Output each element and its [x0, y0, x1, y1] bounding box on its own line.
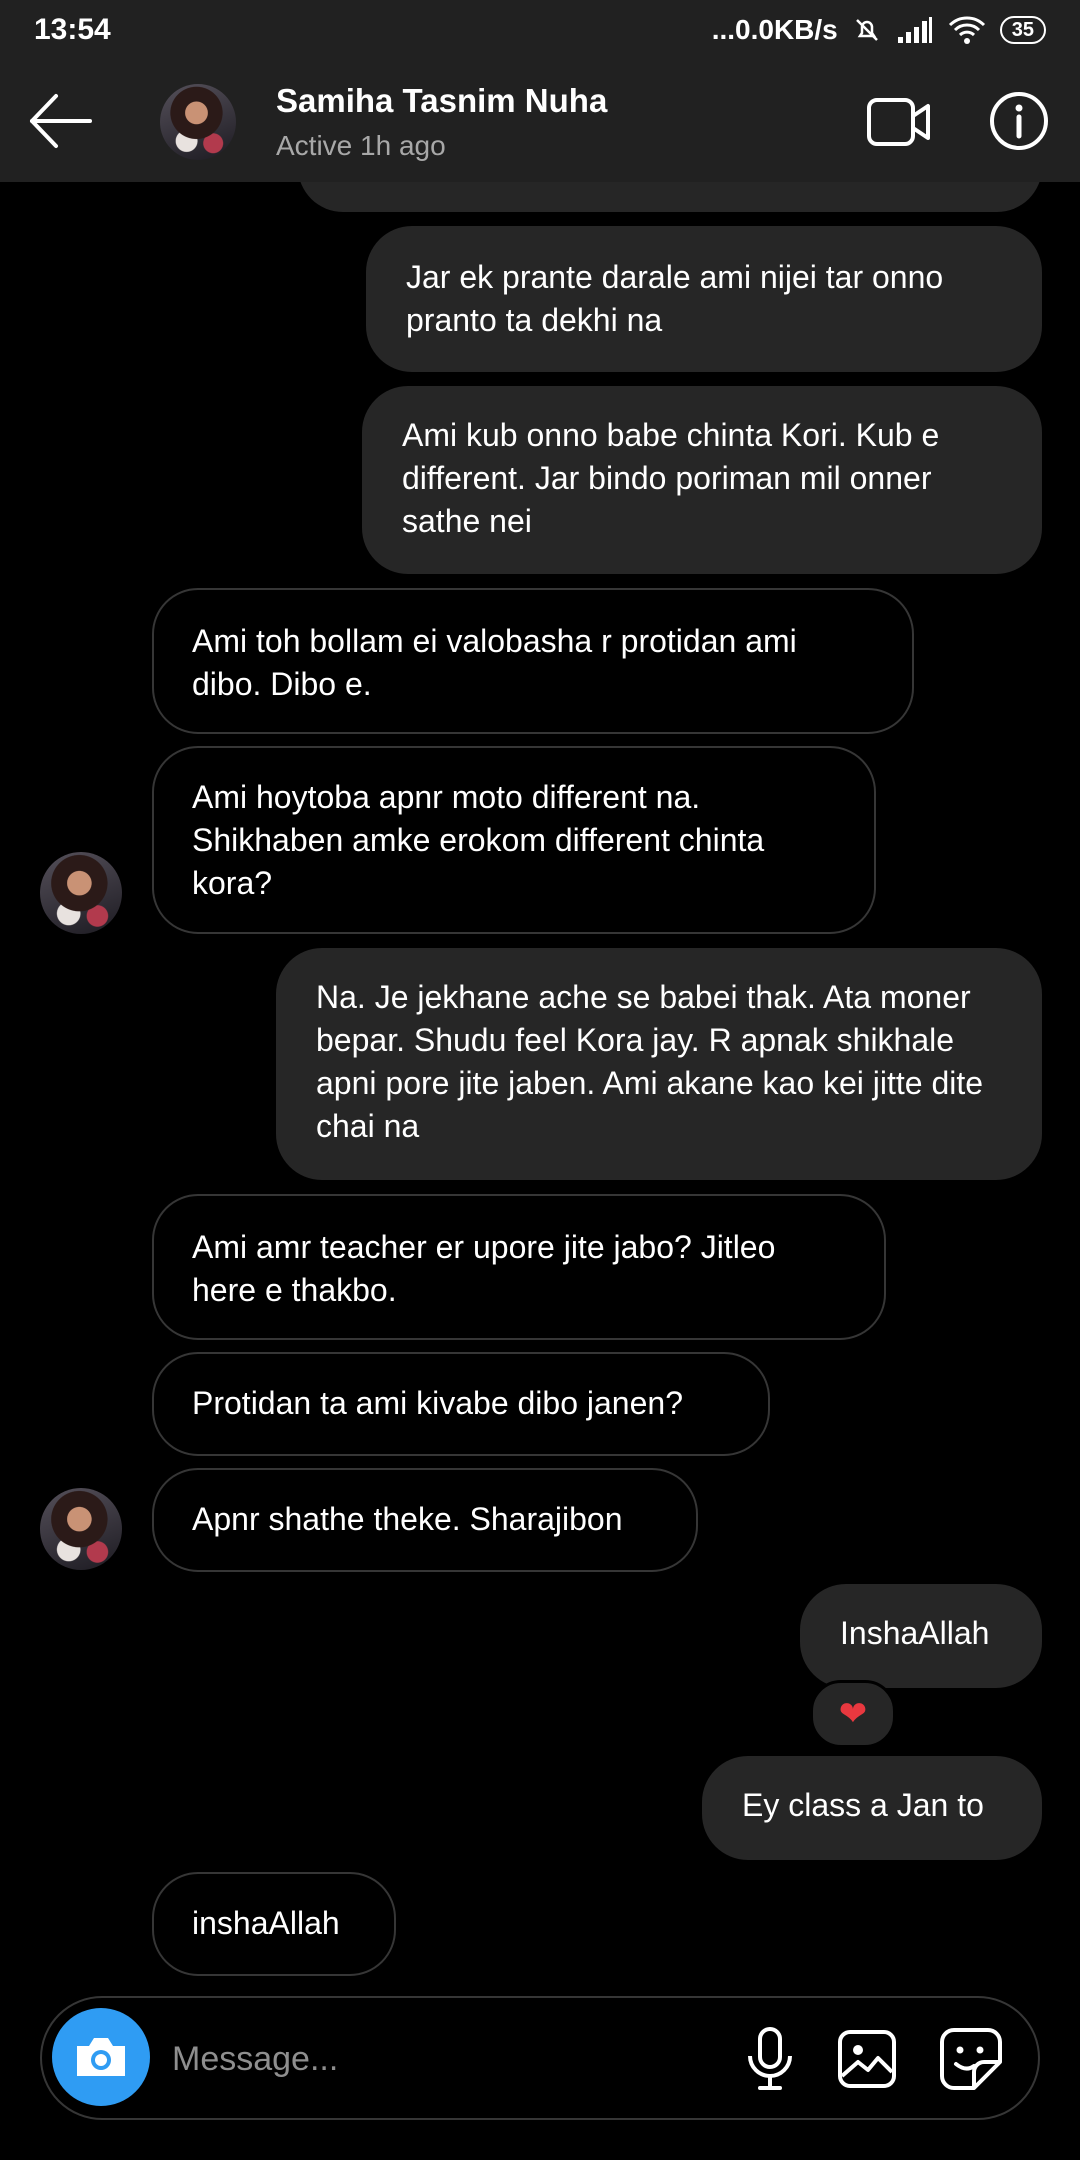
- message-bubble-incoming[interactable]: Ami toh bollam ei valobasha r protidan a…: [152, 588, 914, 734]
- network-speed: ...0.0KB/s: [711, 14, 838, 45]
- status-icons: ...0.0KB/s 35: [712, 14, 1046, 46]
- message-text: InshaAllah: [840, 1615, 990, 1651]
- status-bar: 13:54 ...0.0KB/s 35: [0, 0, 1080, 60]
- message-text: Ami kub onno babe chinta Kori. Kub e dif…: [402, 417, 940, 539]
- message-bubble-outgoing[interactable]: Ey class a Jan to: [702, 1756, 1042, 1860]
- sticker-icon: [940, 2028, 1002, 2090]
- message-bubble-outgoing[interactable]: Ami kub onno babe chinta Kori. Kub e dif…: [362, 386, 1042, 574]
- message-text: Jar ek prante darale ami nijei tar onno …: [406, 259, 944, 338]
- status-time: 13:54: [34, 13, 111, 46]
- active-status: Active 1h ago: [276, 130, 446, 161]
- voice-message-button[interactable]: [740, 2026, 800, 2092]
- message-composer: [40, 1996, 1040, 2120]
- image-icon: [838, 2030, 896, 2088]
- message-bubble-outgoing[interactable]: Na. Je jekhane ache se babei thak. Ata m…: [276, 948, 1042, 1180]
- battery-indicator: 35: [999, 16, 1046, 44]
- microphone-icon: [748, 2027, 792, 2090]
- wifi-icon: [948, 16, 985, 44]
- message-input[interactable]: [170, 2026, 734, 2092]
- message-bubble-outgoing[interactable]: InshaAllah: [800, 1584, 1042, 1688]
- message-bubble-incoming[interactable]: Protidan ta ami kivabe dibo janen?: [152, 1352, 770, 1456]
- message-text: Apnr shathe theke. Sharajibon: [192, 1501, 623, 1537]
- camera-button[interactable]: [52, 2008, 150, 2106]
- message-bubble-outgoing[interactable]: Jar ek prante darale ami nijei tar onno …: [366, 226, 1042, 372]
- info-icon: [990, 92, 1048, 150]
- message-text: Ami hoytoba apnr moto different na. Shik…: [192, 779, 765, 901]
- arrow-left-icon: [30, 94, 92, 148]
- message-text: Ami amr teacher er upore jite jabo? Jitl…: [192, 1229, 776, 1308]
- sticker-button[interactable]: [938, 2026, 1004, 2092]
- message-bubble-incoming[interactable]: Apnr shathe theke. Sharajibon: [152, 1468, 698, 1572]
- message-text: Protidan ta ami kivabe dibo janen?: [192, 1385, 683, 1421]
- chat-header: Samiha Tasnim Nuha Active 1h ago: [0, 60, 1080, 182]
- video-call-button[interactable]: [866, 94, 932, 150]
- sender-avatar[interactable]: [40, 1488, 122, 1570]
- message-thread[interactable]: Jar ek prante darale ami nijei tar onno …: [0, 182, 1080, 1990]
- contact-avatar[interactable]: [160, 84, 236, 160]
- mute-bell-icon: [855, 19, 878, 41]
- message-text: inshaAllah: [192, 1905, 340, 1941]
- message-text: Na. Je jekhane ache se babei thak. Ata m…: [316, 979, 984, 1144]
- signal-icon: [897, 17, 932, 43]
- message-bubble-partial[interactable]: [298, 182, 1042, 212]
- reaction-badge[interactable]: ❤: [810, 1680, 896, 1748]
- message-text: Ami toh bollam ei valobasha r protidan a…: [192, 623, 797, 702]
- back-button[interactable]: [26, 88, 96, 154]
- info-button[interactable]: [988, 90, 1050, 152]
- video-camera-icon: [867, 98, 930, 146]
- message-bubble-incoming[interactable]: inshaAllah: [152, 1872, 396, 1976]
- heart-icon: ❤: [838, 1695, 868, 1733]
- contact-name[interactable]: Samiha Tasnim Nuha: [276, 82, 607, 120]
- sender-avatar[interactable]: [40, 852, 122, 934]
- message-bubble-incoming[interactable]: Ami amr teacher er upore jite jabo? Jitl…: [152, 1194, 886, 1340]
- message-text: Ey class a Jan to: [742, 1787, 984, 1823]
- camera-icon: [77, 2038, 125, 2076]
- gallery-button[interactable]: [836, 2028, 898, 2090]
- message-bubble-incoming[interactable]: Ami hoytoba apnr moto different na. Shik…: [152, 746, 876, 934]
